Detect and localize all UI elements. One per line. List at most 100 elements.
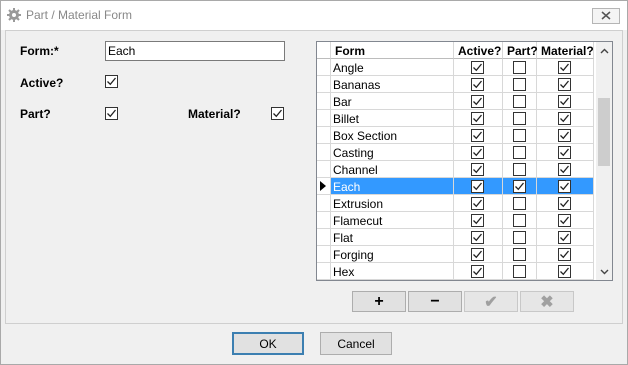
material-checkbox[interactable] [558, 248, 571, 261]
cancel-button[interactable]: Cancel [320, 332, 392, 355]
column-header-active[interactable]: Active? [454, 42, 503, 59]
cell-form[interactable]: Bar [331, 93, 454, 110]
part-checkbox[interactable] [513, 95, 526, 108]
grid-row[interactable]: Bananas [317, 76, 594, 93]
cell-form[interactable]: Hex [331, 263, 454, 280]
form-input[interactable]: Each [105, 41, 285, 61]
material-checkbox[interactable] [558, 61, 571, 74]
column-header-part[interactable]: Part? [503, 42, 538, 59]
row-header[interactable] [317, 127, 331, 144]
row-header[interactable] [317, 161, 331, 178]
part-checkbox[interactable] [513, 146, 526, 159]
active-checkbox[interactable] [105, 75, 118, 88]
ok-button[interactable]: OK [232, 332, 304, 355]
grid-row[interactable]: Forging [317, 246, 594, 263]
grid-row[interactable]: Box Section [317, 127, 594, 144]
active-checkbox[interactable] [471, 78, 484, 91]
row-header[interactable] [317, 178, 331, 195]
part-checkbox[interactable] [513, 61, 526, 74]
confirm-edit-button[interactable]: ✔ [464, 291, 518, 312]
part-checkbox[interactable] [105, 107, 118, 120]
material-checkbox[interactable] [558, 163, 571, 176]
row-header[interactable] [317, 195, 331, 212]
active-checkbox[interactable] [471, 197, 484, 210]
part-checkbox[interactable] [513, 197, 526, 210]
row-header[interactable] [317, 76, 331, 93]
grid-row[interactable]: Casting [317, 144, 594, 161]
checkmark-icon [107, 109, 117, 118]
row-header[interactable] [317, 212, 331, 229]
material-checkbox[interactable] [558, 95, 571, 108]
part-checkbox[interactable] [513, 129, 526, 142]
active-checkbox[interactable] [471, 231, 484, 244]
part-checkbox[interactable] [513, 78, 526, 91]
scroll-down-button[interactable] [596, 263, 612, 280]
cell-form[interactable]: Box Section [331, 127, 454, 144]
active-checkbox[interactable] [471, 61, 484, 74]
active-checkbox[interactable] [471, 163, 484, 176]
active-checkbox[interactable] [471, 112, 484, 125]
cell-form[interactable]: Flat [331, 229, 454, 246]
part-checkbox[interactable] [513, 180, 526, 193]
material-checkbox[interactable] [558, 129, 571, 142]
active-checkbox[interactable] [471, 146, 484, 159]
vertical-scrollbar[interactable] [596, 42, 612, 280]
gear-icon [6, 7, 22, 23]
cell-form[interactable]: Flamecut [331, 212, 454, 229]
row-header[interactable] [317, 59, 331, 76]
cell-form[interactable]: Casting [331, 144, 454, 161]
grid-row[interactable]: Bar [317, 93, 594, 110]
material-checkbox[interactable] [558, 214, 571, 227]
cell-form[interactable]: Forging [331, 246, 454, 263]
cell-form[interactable]: Bananas [331, 76, 454, 93]
part-checkbox[interactable] [513, 265, 526, 278]
cell-form[interactable]: Extrusion [331, 195, 454, 212]
material-checkbox[interactable] [558, 146, 571, 159]
part-checkbox[interactable] [513, 231, 526, 244]
row-header[interactable] [317, 144, 331, 161]
grid-row[interactable]: Billet [317, 110, 594, 127]
cancel-edit-button[interactable]: ✖ [520, 291, 574, 312]
material-checkbox[interactable] [271, 107, 284, 120]
row-header[interactable] [317, 110, 331, 127]
part-checkbox[interactable] [513, 112, 526, 125]
active-checkbox[interactable] [471, 265, 484, 278]
material-checkbox[interactable] [558, 180, 571, 193]
grid-row[interactable]: Each [317, 178, 594, 195]
cell-form[interactable]: Channel [331, 161, 454, 178]
column-header-form[interactable]: Form [331, 42, 454, 59]
cell-form[interactable]: Billet [331, 110, 454, 127]
material-checkbox[interactable] [558, 112, 571, 125]
part-checkbox[interactable] [513, 248, 526, 261]
material-checkbox[interactable] [558, 78, 571, 91]
material-checkbox[interactable] [558, 231, 571, 244]
grid-row[interactable]: Extrusion [317, 195, 594, 212]
active-checkbox[interactable] [471, 214, 484, 227]
material-checkbox[interactable] [558, 265, 571, 278]
material-checkbox[interactable] [558, 197, 571, 210]
row-header[interactable] [317, 246, 331, 263]
active-checkbox[interactable] [471, 248, 484, 261]
grid-row[interactable]: Flamecut [317, 212, 594, 229]
part-checkbox[interactable] [513, 163, 526, 176]
row-header[interactable] [317, 263, 331, 280]
scroll-up-button[interactable] [596, 42, 612, 59]
close-button[interactable] [592, 8, 620, 24]
grid-row[interactable]: Angle [317, 59, 594, 76]
scroll-thumb[interactable] [598, 98, 610, 166]
active-checkbox[interactable] [471, 129, 484, 142]
cell-form[interactable]: Angle [331, 59, 454, 76]
column-header-material[interactable]: Material? [537, 42, 594, 59]
active-checkbox[interactable] [471, 95, 484, 108]
grid-row[interactable]: Channel [317, 161, 594, 178]
part-checkbox[interactable] [513, 214, 526, 227]
row-header[interactable] [317, 93, 331, 110]
active-checkbox[interactable] [471, 180, 484, 193]
row-header[interactable] [317, 229, 331, 246]
grid-row[interactable]: Hex [317, 263, 594, 280]
add-row-button[interactable]: + [352, 291, 406, 312]
forms-grid[interactable]: Form Active? Part? Material? Angle Banana… [316, 41, 613, 281]
cell-form[interactable]: Each [331, 178, 454, 195]
delete-row-button[interactable]: − [408, 291, 462, 312]
grid-row[interactable]: Flat [317, 229, 594, 246]
